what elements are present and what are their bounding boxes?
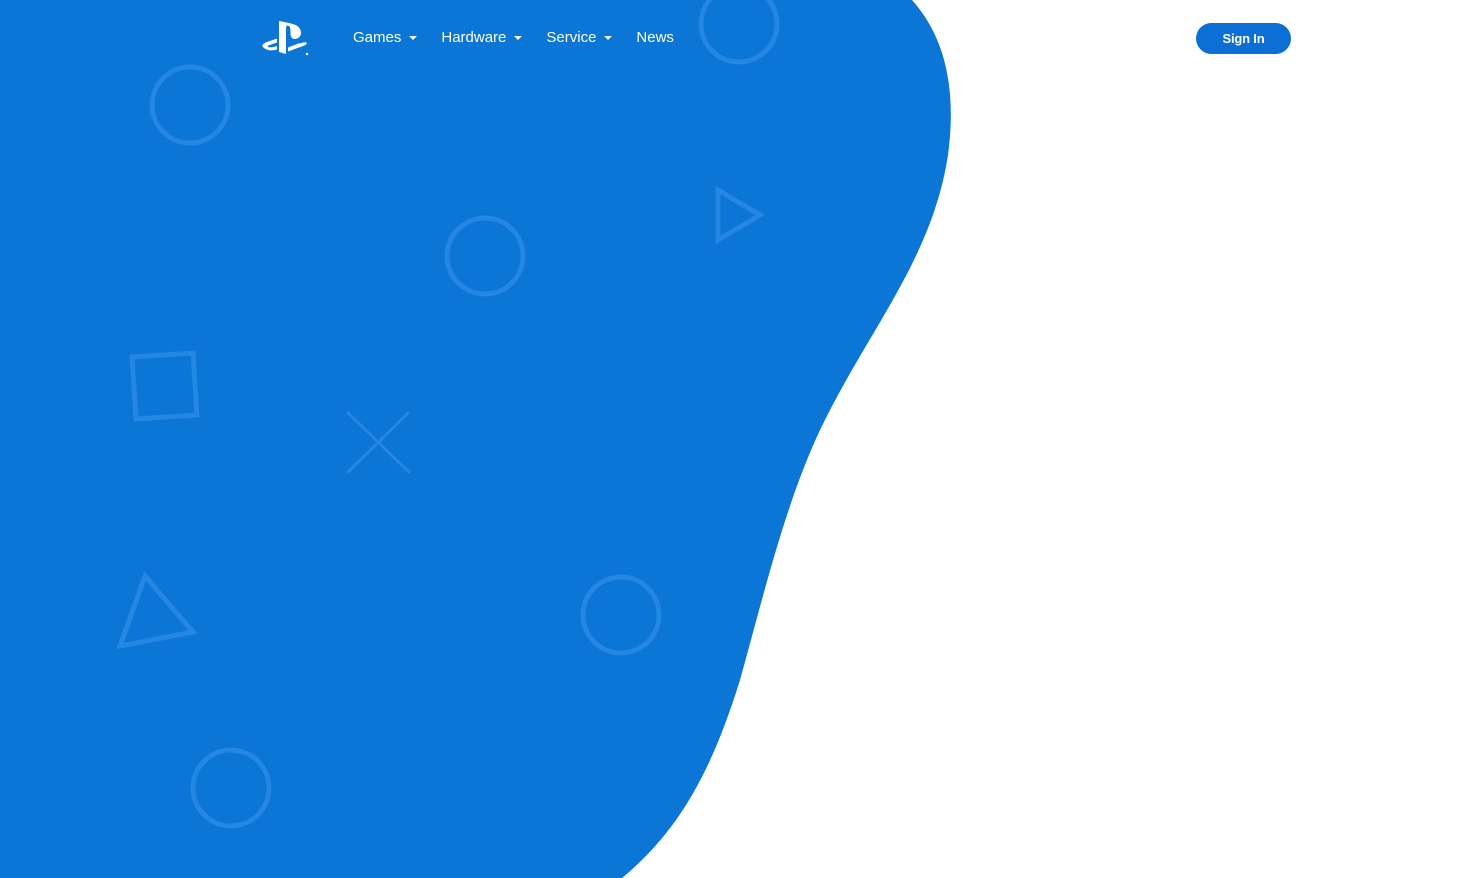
playstation-logo-icon[interactable]	[260, 18, 310, 58]
hero-background	[0, 0, 951, 878]
nav-item-label: Service	[546, 29, 597, 46]
main-nav-menu: Games Hardware Service News	[341, 24, 686, 52]
nav-item-label: Games	[353, 29, 402, 46]
sign-in-button[interactable]: Sign In	[1196, 23, 1291, 54]
caret-down-icon	[514, 36, 523, 40]
page: Games Hardware Service News Sign In	[0, 0, 1480, 878]
nav-item-service[interactable]: Service	[534, 24, 624, 52]
nav-item-label: Hardware	[441, 29, 507, 46]
nav-item-news[interactable]: News	[624, 24, 686, 52]
nav-item-hardware[interactable]: Hardware	[429, 24, 534, 52]
caret-down-icon	[409, 36, 418, 40]
blue-blob-shape	[0, 0, 951, 878]
nav-item-games[interactable]: Games	[341, 24, 429, 52]
caret-down-icon	[604, 36, 613, 40]
top-navbar: Games Hardware Service News Sign In	[0, 0, 1480, 76]
nav-item-label: News	[636, 29, 674, 46]
